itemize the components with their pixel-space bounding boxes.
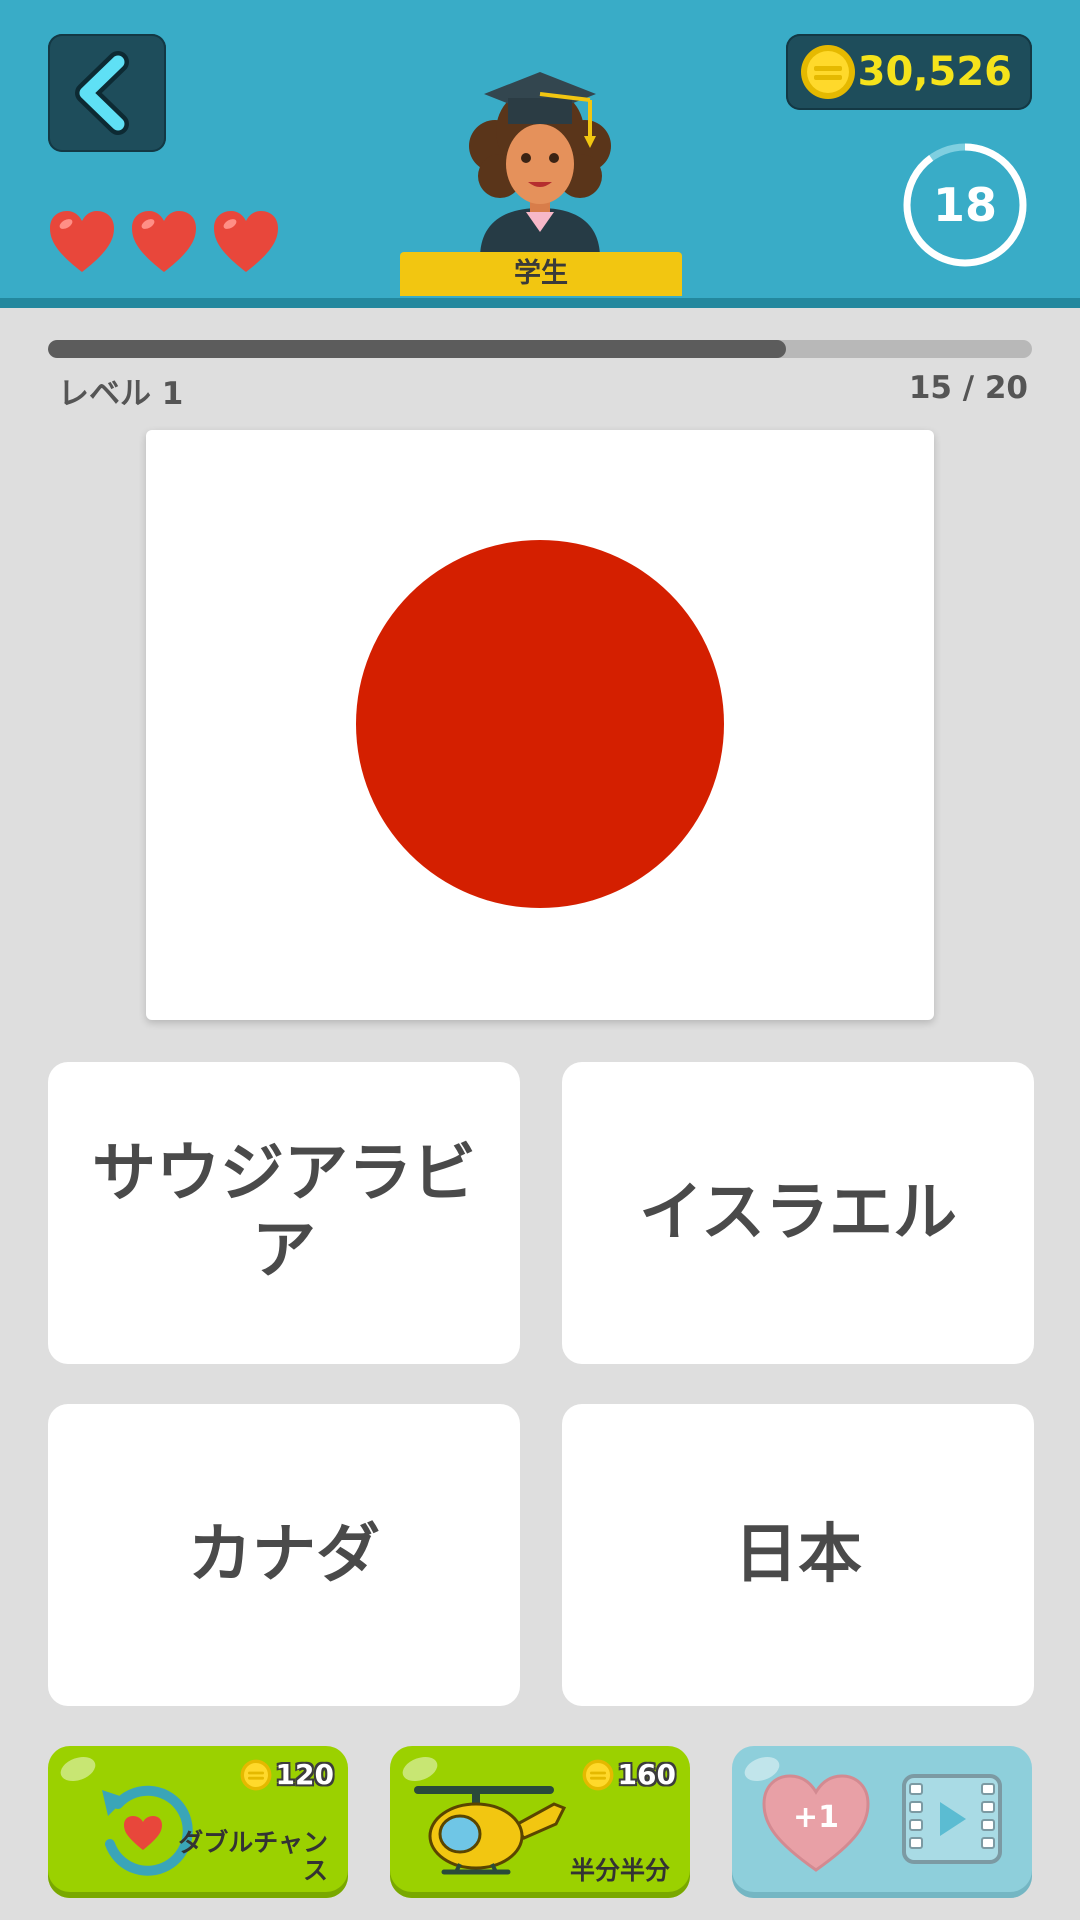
coin-icon bbox=[240, 1759, 271, 1790]
top-bar: 学生 30,526 18 bbox=[0, 0, 1080, 308]
fifty-fifty-button[interactable]: 160 半分半分 bbox=[390, 1746, 690, 1898]
level-progress-bar bbox=[48, 340, 1032, 358]
heart-plus-icon: +1 bbox=[762, 1774, 870, 1872]
flag-question-card bbox=[146, 430, 934, 1020]
level-label: レベル 1 bbox=[58, 376, 184, 412]
student-avatar-icon bbox=[469, 72, 611, 258]
answer-option-2[interactable]: イスラエル bbox=[562, 1062, 1034, 1364]
double-chance-label: ダブルチャンス bbox=[178, 1827, 328, 1886]
video-film-icon bbox=[902, 1774, 1002, 1864]
extra-life-badge: +1 bbox=[793, 1800, 839, 1835]
answer-option-3[interactable]: カナダ bbox=[48, 1404, 520, 1706]
helicopter-icon bbox=[414, 1786, 567, 1875]
answer-option-1[interactable]: サウジアラビア bbox=[48, 1062, 520, 1364]
back-chevron-icon bbox=[75, 51, 129, 135]
extra-life-video-button[interactable]: +1 bbox=[732, 1746, 1032, 1898]
heart-icon bbox=[50, 211, 114, 272]
cost-value: 120 bbox=[275, 1758, 334, 1791]
coin-icon bbox=[801, 45, 855, 99]
rank-label: 学生 bbox=[400, 252, 682, 296]
coin-icon bbox=[582, 1759, 613, 1790]
fifty-fifty-label: 半分半分 bbox=[569, 1856, 670, 1886]
coin-count: 30,526 bbox=[857, 49, 1012, 95]
answer-option-4[interactable]: 日本 bbox=[562, 1404, 1034, 1706]
back-button[interactable] bbox=[48, 34, 166, 152]
heart-icon bbox=[132, 211, 196, 272]
double-chance-button[interactable]: 120 ダブルチャンス bbox=[48, 1746, 348, 1898]
heart-icon bbox=[214, 211, 278, 272]
question-counter: 15 / 20 bbox=[908, 370, 1028, 406]
coin-balance: 30,526 bbox=[786, 34, 1032, 110]
timer-count: 18 bbox=[932, 178, 997, 232]
cost-value: 160 bbox=[617, 1758, 676, 1791]
level-progress-fill bbox=[48, 340, 786, 358]
fifty-fifty-cost: 160 bbox=[582, 1758, 676, 1791]
japan-flag-icon bbox=[356, 540, 724, 908]
double-chance-cost: 120 bbox=[240, 1758, 334, 1791]
lives-hearts bbox=[46, 206, 282, 278]
